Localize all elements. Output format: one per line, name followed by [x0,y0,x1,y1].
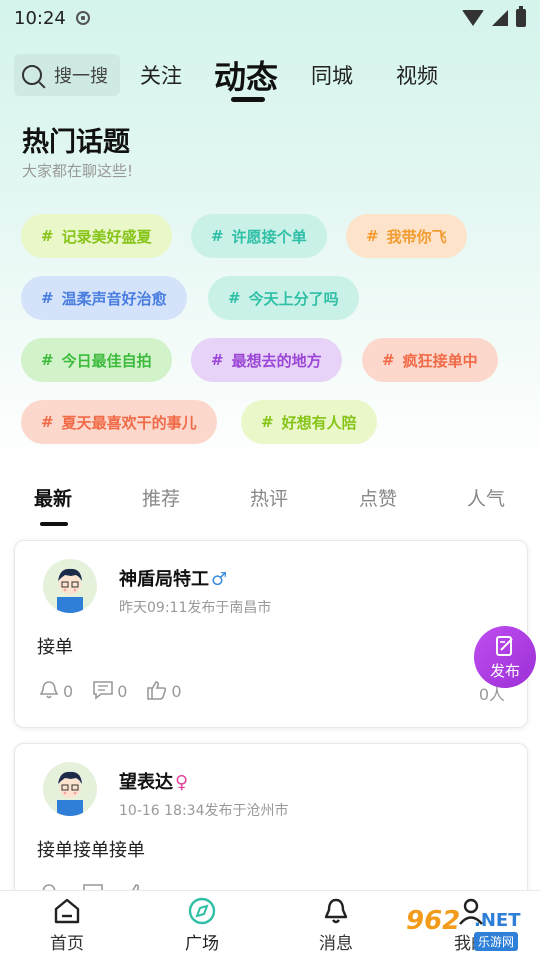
male-icon: ♂ [211,569,228,590]
topic-tag[interactable]: # 最想去的地方 [191,338,342,382]
post-text: 接单 [37,637,73,658]
topic-tag[interactable]: # 我带你飞 [346,214,467,258]
like-action[interactable]: 0 [145,679,182,701]
reward-action[interactable]: 0 [37,679,73,701]
feed-tab-indicator [40,522,68,526]
topic-tag[interactable]: # 今天上分了吗 [208,276,359,320]
top-nav: 搜一搜 关注 动态 同城 视频 [0,50,540,106]
search-placeholder: 搜一搜 [54,66,108,87]
bottom-nav-home[interactable]: 首页 [27,897,107,954]
watermark-logo: 962 .NET 乐游网 [400,906,536,956]
compass-icon [188,897,216,925]
bottom-nav-home-label: 首页 [50,934,84,954]
reward-count: 0 [63,682,74,701]
hot-topics-title: 热门话题 [22,127,130,158]
post-actions: 0 0 0 [37,679,200,701]
tab-follow[interactable]: 关注 [140,60,182,90]
bell-icon [39,681,59,699]
avatar[interactable] [43,762,97,816]
shield-icon [75,11,90,25]
publish-button[interactable]: 发布 [474,626,536,688]
tab-feed[interactable]: 动态 [214,52,278,98]
topic-tag[interactable]: # 好想有人陪 [241,400,377,444]
bottom-nav-square[interactable]: 广场 [162,897,242,954]
bottom-nav-messages[interactable]: 消息 [296,897,376,954]
comment-action[interactable]: 0 [91,679,127,701]
hot-topics-subtitle: 大家都在聊这些! [22,162,134,180]
status-bar: 10:24 [0,0,540,36]
topic-tag[interactable]: # 记录美好盛夏 [21,214,172,258]
post-card[interactable]: 神盾局特工 ♂ 昨天09:11发布于南昌市 接单 0 0 0 0人 [14,540,528,728]
post-text: 接单接单接单 [37,840,145,861]
topic-tag[interactable]: # 夏天最喜欢干的事儿 [21,400,217,444]
feed-tab-recommend[interactable]: 推荐 [142,484,180,511]
status-time: 10:24 [14,7,66,29]
watermark-number: 962 [406,906,461,936]
publish-label: 发布 [489,661,520,680]
post-meta: 10-16 18:34发布于沧州市 [119,803,289,819]
wifi-icon [462,10,484,26]
feed-tabs: 最新 推荐 热评 点赞 人气 [0,478,540,528]
post-meta: 昨天09:11发布于南昌市 [119,600,272,616]
signal-icon [492,10,508,26]
feed-tab-popular[interactable]: 人气 [467,484,505,511]
thumbs-up-icon [147,681,167,700]
post-username[interactable]: 望表达 ♀ [119,768,188,794]
topic-tag[interactable]: # 疯狂接单中 [362,338,498,382]
topic-tag[interactable]: # 今日最佳自拍 [21,338,172,382]
post-username[interactable]: 神盾局特工 ♂ [119,565,227,591]
bottom-nav-square-label: 广场 [185,934,219,954]
feed-tab-latest[interactable]: 最新 [34,484,72,511]
tab-local[interactable]: 同城 [311,60,353,90]
watermark-domain: .NET [474,910,521,931]
like-count: 0 [171,682,182,701]
comment-icon [93,681,113,700]
watermark-sub: 乐游网 [474,932,519,951]
search-icon [22,65,42,85]
bell-icon [324,898,348,924]
feed-tab-likes[interactable]: 点赞 [359,484,397,511]
avatar[interactable] [43,559,97,613]
topic-tag[interactable]: # 温柔声音好治愈 [21,276,187,320]
bottom-nav-messages-label: 消息 [319,934,353,954]
home-icon [54,898,80,924]
tab-video[interactable]: 视频 [396,60,438,90]
topic-tag[interactable]: # 许愿接个单 [191,214,327,258]
search-input[interactable]: 搜一搜 [14,54,120,96]
comment-count: 0 [117,682,128,701]
battery-icon [516,6,526,27]
feed-tab-hot-comments[interactable]: 热评 [250,484,288,511]
edit-icon [496,635,513,656]
active-tab-indicator [231,97,265,102]
female-icon: ♀ [175,772,189,793]
